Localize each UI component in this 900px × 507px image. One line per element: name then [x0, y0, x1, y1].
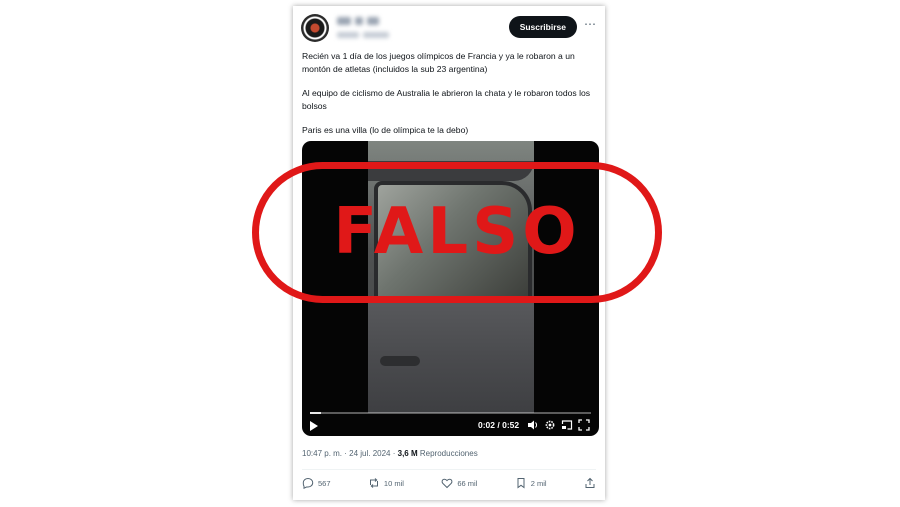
bookmark-icon: [517, 478, 525, 489]
door-handle: [380, 356, 420, 366]
author-handle-blurred[interactable]: [337, 32, 397, 38]
car-door: [368, 301, 534, 413]
video-progress-fill: [310, 412, 322, 414]
share-icon: [585, 477, 595, 488]
repost-count: 10 mil: [383, 478, 404, 488]
bookmark-count: 2 mil: [530, 478, 547, 488]
post-paragraph: Recién va 1 día de los juegos olímpicos …: [302, 51, 575, 74]
reply-button[interactable]: 567: [302, 474, 331, 492]
views-label: Reproducciones: [419, 449, 478, 458]
repost-icon: [369, 478, 378, 488]
heart-icon: [441, 478, 453, 489]
more-options-icon[interactable]: ⋯: [583, 18, 597, 33]
post-header: Suscribirse ⋯: [301, 14, 597, 48]
bookmark-button[interactable]: 2 mil: [515, 474, 547, 492]
video-progress-bar[interactable]: [310, 412, 591, 414]
video-time: 0:02 / 0:52: [478, 420, 520, 430]
action-bar: 567 10 mil 66 mil 2 mil: [302, 474, 596, 492]
share-button[interactable]: [584, 474, 596, 492]
settings-icon[interactable]: [544, 419, 556, 431]
fact-check-stamp: FALSO: [252, 162, 662, 303]
reply-icon: [302, 477, 314, 489]
picture-in-picture-icon[interactable]: [561, 419, 573, 431]
avatar[interactable]: [301, 14, 329, 42]
subscribe-button[interactable]: Suscribirse: [508, 16, 577, 38]
post-time[interactable]: 10:47 p. m.: [302, 449, 342, 458]
volume-icon[interactable]: [527, 419, 539, 431]
video-controls: 0:02 / 0:52: [302, 410, 599, 436]
divider: [302, 469, 596, 470]
post-text: Recién va 1 día de los juegos olímpicos …: [302, 50, 600, 149]
views-count: 3,6 M: [397, 449, 418, 458]
play-icon[interactable]: [310, 421, 318, 431]
like-count: 66 mil: [457, 478, 478, 488]
post-date[interactable]: 24 jul. 2024: [349, 449, 390, 458]
post-paragraph: Paris es una villa (lo de olímpica te la…: [302, 125, 469, 135]
stamp-label: FALSO: [333, 195, 581, 269]
author-name-blurred[interactable]: [337, 17, 393, 25]
like-button[interactable]: 66 mil: [441, 474, 477, 492]
post-paragraph: Al equipo de ciclismo de Australia le ab…: [302, 88, 591, 111]
reply-count: 567: [318, 478, 331, 488]
repost-button[interactable]: 10 mil: [368, 474, 404, 492]
post-meta: 10:47 p. m. · 24 jul. 2024 · 3,6 M Repro…: [302, 449, 478, 458]
fullscreen-icon[interactable]: [578, 419, 590, 431]
